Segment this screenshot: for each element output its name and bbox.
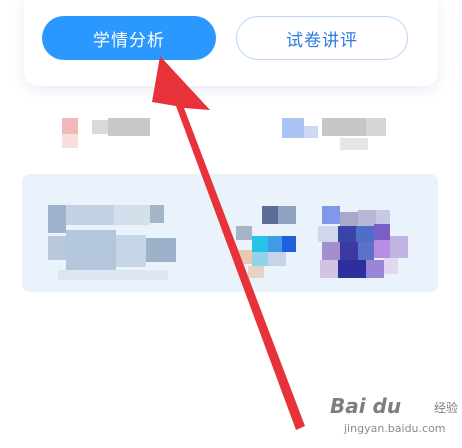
red-arrow-pointer-icon (152, 56, 305, 430)
baidu-jingyan-watermark: Bai du 经验 jingyan.baidu.com (328, 394, 460, 446)
watermark-url: jingyan.baidu.com (344, 422, 446, 435)
watermark-subtitle: 经验 (434, 401, 459, 415)
arrow-shape (152, 56, 305, 430)
watermark-logo: Bai du (330, 394, 402, 418)
